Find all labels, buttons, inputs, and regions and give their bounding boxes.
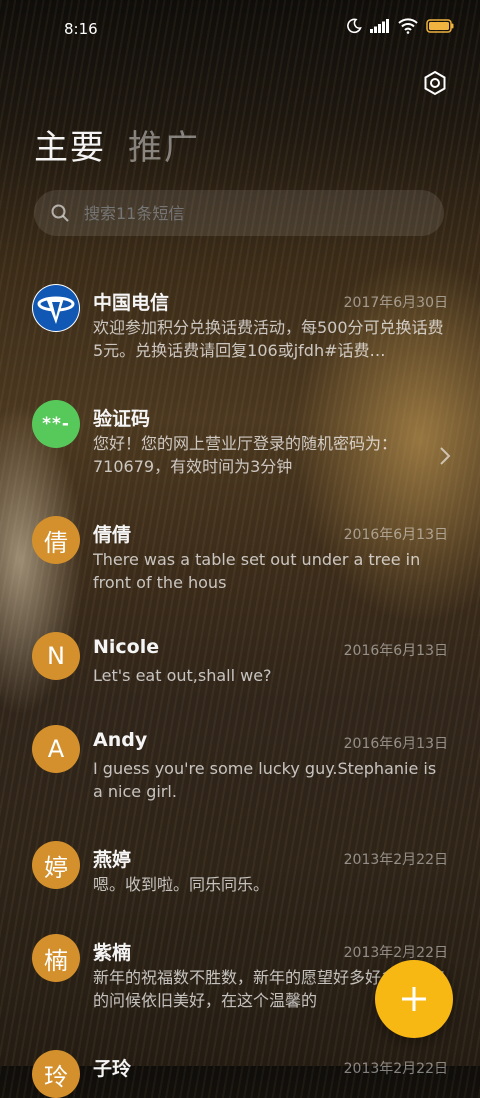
avatar-initial: 玲 [44,1062,68,1091]
search-bar[interactable] [34,190,444,236]
message-snippet: 您好！您的网上营业厅登录的随机密码为：710679，有效时间为3分钟 [93,434,398,476]
settings-button[interactable] [420,68,450,98]
avatar: 楠 [32,934,80,982]
status-bar: 8:16 [0,0,480,62]
conversation-item-china-telecom[interactable]: 中国电信 2017年6月30日 欢迎参加积分兑换话费活动，每500分可兑换话费5… [0,272,480,388]
message-date: 2013年2月22日 [343,852,448,868]
avatar: 倩 [32,516,80,564]
conversation-item-verification-code[interactable]: **- 验证码 您好！您的网上营业厅登录的随机密码为：710679，有效时间为3… [0,388,480,504]
china-telecom-logo-icon [33,285,79,331]
conversation-item[interactable]: N Nicole 2016年6月13日 Let's eat out,shall … [0,620,480,713]
contact-name: 验证码 [93,408,151,430]
avatar: 婷 [32,841,80,889]
moon-icon [347,18,362,34]
search-icon [51,204,69,222]
tab-promotions[interactable]: 推广 [128,120,200,169]
avatar: 玲 [32,1050,80,1098]
avatar-initial: N [47,642,65,670]
avatar: N [32,632,80,680]
contact-name: Andy [93,729,148,751]
avatar: A [32,725,80,773]
conversation-item[interactable]: A Andy 2016年6月13日 I guess you're some lu… [0,713,480,829]
avatar: **- [32,400,80,448]
contact-name: 中国电信 [93,292,170,314]
status-icons [346,18,454,34]
tab-primary[interactable]: 主要 [34,120,106,169]
new-message-button[interactable] [375,960,453,1038]
contact-name: 倩倩 [93,524,132,546]
message-date: 2017年6月30日 [343,295,448,311]
message-date: 2016年6月13日 [343,736,448,752]
contact-name: Nicole [93,636,160,658]
chevron-right-icon [440,447,451,465]
avatar-initial: 婷 [44,853,68,882]
avatar-initial: 倩 [44,528,68,557]
message-snippet: 嗯。收到啦。同乐同乐。 [93,875,270,894]
contact-name: 子玲 [93,1058,132,1080]
status-time: 8:16 [64,20,98,38]
message-snippet: Let's eat out,shall we? [93,666,272,685]
search-input[interactable] [82,202,386,224]
message-date: 2016年6月13日 [343,527,448,543]
conversation-item[interactable]: 倩 倩倩 2016年6月13日 There was a table set ou… [0,504,480,620]
avatar [32,284,80,332]
tab-bar: 主要 推广 [34,120,200,169]
contact-name: 燕婷 [93,849,132,871]
gear-icon [424,70,446,96]
message-date: 2016年6月13日 [343,643,448,659]
message-date: 2013年2月22日 [343,1061,448,1077]
message-snippet: There was a table set out under a tree i… [93,550,421,592]
message-date: 2013年2月22日 [343,945,448,961]
avatar-initial: 楠 [44,946,68,975]
message-snippet: 欢迎参加积分兑换话费活动，每500分可兑换话费5元。兑换话费请回复106或jfd… [93,318,444,360]
contact-name: 紫楠 [93,942,132,964]
wifi-icon [398,18,418,34]
conversation-item[interactable]: 婷 燕婷 2013年2月22日 嗯。收到啦。同乐同乐。 [0,829,480,922]
avatar-initial: **- [42,414,70,434]
plus-icon [402,987,426,1011]
avatar-initial: A [47,735,65,763]
signal-icon [370,19,389,33]
battery-icon [426,19,454,33]
message-snippet: I guess you're some lucky guy.Stephanie … [93,759,437,801]
conversation-item[interactable]: 玲 子玲 2013年2月22日 [0,1038,480,1098]
